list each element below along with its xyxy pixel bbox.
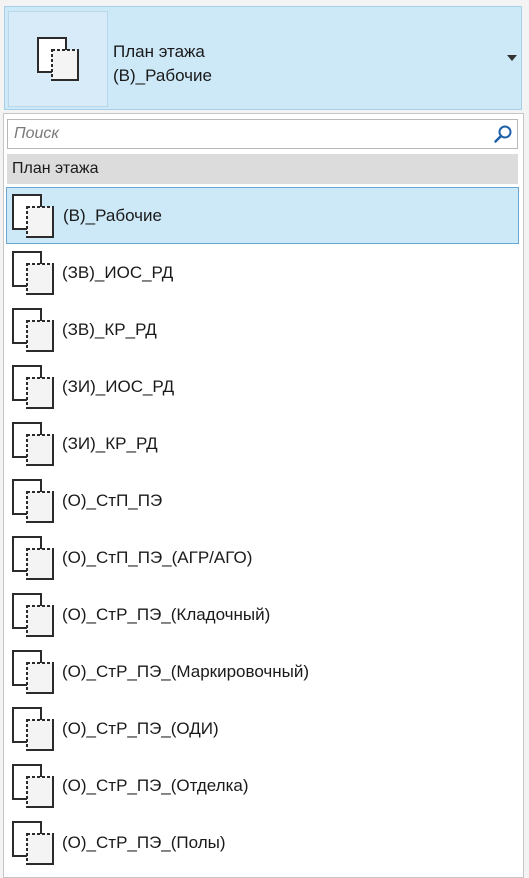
- list-item-label: (О)_СтР_ПЭ_(ОДИ): [62, 719, 219, 738]
- list-item[interactable]: (О)_СтР_ПЭ_(Маркировочный): [6, 643, 519, 700]
- floor-plan-icon: [12, 194, 54, 238]
- selector-type-label: (В)_Рабочие: [113, 66, 212, 85]
- floor-plan-icon: [8, 11, 108, 107]
- list-item-label: (В)_Рабочие: [63, 206, 162, 225]
- type-list: (В)_Рабочие (ЗВ)_ИОС_РД (ЗВ)_КР_РД (ЗИ)_ИОС…: [4, 187, 523, 871]
- list-item[interactable]: (ЗИ)_КР_РД: [6, 415, 519, 472]
- list-item[interactable]: (О)_СтР_ПЭ_(Отделка): [6, 757, 519, 814]
- floor-plan-icon: [12, 821, 54, 865]
- search-input[interactable]: [14, 123, 484, 145]
- selector-family-label: План этажа: [113, 42, 205, 61]
- list-item[interactable]: (О)_СтП_ПЭ: [6, 472, 519, 529]
- list-item-label: (ЗВ)_КР_РД: [62, 320, 157, 339]
- floor-plan-icon: [12, 422, 54, 466]
- search-box: [7, 119, 518, 149]
- list-item-label: (ЗИ)_ИОС_РД: [62, 377, 175, 396]
- list-item[interactable]: (ЗВ)_ИОС_РД: [6, 244, 519, 301]
- list-item[interactable]: (ЗИ)_ИОС_РД: [6, 358, 519, 415]
- floor-plan-icon: [12, 251, 54, 295]
- floor-plan-icon: [12, 593, 54, 637]
- type-selector-panel: План этажа (В)_Рабочие План этажа (В)_Ра…: [0, 0, 529, 878]
- list-item-label: (ЗВ)_ИОС_РД: [62, 263, 174, 282]
- list-item[interactable]: (О)_СтП_ПЭ_(АГР/АГО): [6, 529, 519, 586]
- list-item[interactable]: (В)_Рабочие: [6, 187, 519, 244]
- floor-plan-icon: [12, 707, 54, 751]
- list-item[interactable]: (ЗВ)_КР_РД: [6, 301, 519, 358]
- chevron-down-icon[interactable]: [507, 55, 517, 61]
- list-item-label: (О)_СтР_ПЭ_(Маркировочный): [62, 662, 310, 681]
- type-selector[interactable]: План этажа (В)_Рабочие: [4, 6, 522, 110]
- floor-plan-icon: [12, 536, 54, 580]
- list-item-label: (О)_СтП_ПЭ_(АГР/АГО): [62, 548, 253, 567]
- floor-plan-icon: [12, 365, 54, 409]
- list-item-label: (ЗИ)_КР_РД: [62, 434, 158, 453]
- list-item[interactable]: (О)_СтР_ПЭ_(Полы): [6, 814, 519, 871]
- list-item[interactable]: (О)_СтР_ПЭ_(ОДИ): [6, 700, 519, 757]
- search-icon[interactable]: [493, 124, 513, 144]
- type-dropdown-list: План этажа (В)_Рабочие (ЗВ)_ИОС_РД (ЗВ)_КР…: [3, 113, 524, 878]
- group-header: План этажа: [7, 154, 518, 184]
- list-item-label: (О)_СтП_ПЭ: [62, 491, 163, 510]
- list-item-label: (О)_СтР_ПЭ_(Кладочный): [62, 605, 271, 624]
- selector-text: План этажа (В)_Рабочие: [113, 40, 212, 88]
- floor-plan-icon: [12, 764, 54, 808]
- list-item-label: (О)_СтР_ПЭ_(Отделка): [62, 776, 249, 795]
- floor-plan-icon: [12, 308, 54, 352]
- list-item[interactable]: (О)_СтР_ПЭ_(Кладочный): [6, 586, 519, 643]
- floor-plan-icon: [12, 650, 54, 694]
- list-item-label: (О)_СтР_ПЭ_(Полы): [62, 833, 226, 852]
- floor-plan-icon: [12, 479, 54, 523]
